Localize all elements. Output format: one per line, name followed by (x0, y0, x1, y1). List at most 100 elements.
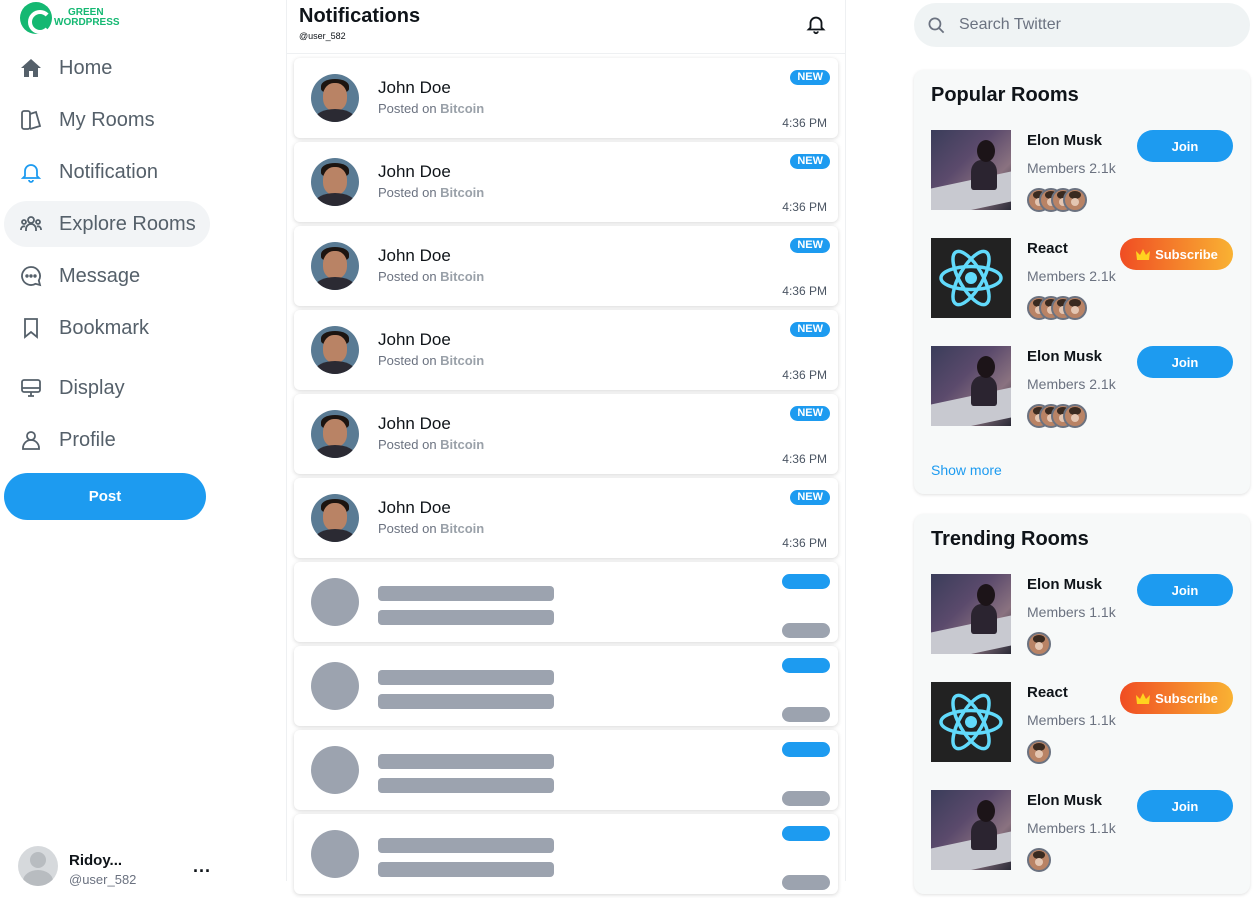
notification-card[interactable]: John Doe Posted on Bitcoin NEW 4:36 PM (294, 478, 838, 558)
notification-time: 4:36 PM (782, 116, 827, 130)
logo-icon (20, 2, 52, 34)
search-bar[interactable] (914, 3, 1250, 47)
notifications-column: Notifications @user_582 John Doe Posted o… (286, 0, 846, 894)
bookmark-icon (18, 315, 44, 341)
notification-card[interactable]: John Doe Posted on Bitcoin NEW 4:36 PM (294, 226, 838, 306)
notification-list: John Doe Posted on Bitcoin NEW 4:36 PM John … (294, 58, 838, 898)
room-members: Members 2.1k (1027, 268, 1116, 284)
new-badge: NEW (790, 322, 830, 337)
bell-icon[interactable] (805, 13, 827, 35)
avatar (311, 74, 359, 122)
room-members: Members 1.1k (1027, 604, 1116, 620)
nav-item-bookmark[interactable]: Bookmark (4, 305, 163, 351)
notification-card[interactable]: John Doe Posted on Bitcoin NEW 4:36 PM (294, 58, 838, 138)
skeleton-avatar (311, 662, 359, 710)
more-icon[interactable]: ... (193, 856, 211, 877)
nav-item-message[interactable]: Message (4, 253, 154, 299)
join-button[interactable]: Join (1137, 574, 1233, 606)
room-item[interactable]: React Members 1.1k Subscribe (931, 682, 1235, 764)
crown-icon (1136, 249, 1151, 260)
room-thumbnail (931, 346, 1011, 426)
room-thumbnail-react (931, 682, 1011, 762)
skeleton-avatar (311, 578, 359, 626)
notification-meta: Posted on Bitcoin (378, 437, 485, 452)
member-avatar (1027, 848, 1051, 872)
avatar (311, 410, 359, 458)
skeleton-line (378, 586, 554, 601)
new-badge: NEW (790, 406, 830, 421)
skeleton-line (378, 694, 554, 709)
nav-item-profile[interactable]: Profile (4, 417, 130, 463)
room-thumbnail (931, 130, 1011, 210)
member-avatar (1027, 740, 1051, 764)
join-button[interactable]: Join (1137, 346, 1233, 378)
notification-meta: Posted on Bitcoin (378, 269, 485, 284)
room-members: Members 2.1k (1027, 376, 1116, 392)
member-avatars (1027, 848, 1051, 872)
skeleton-line (378, 862, 554, 877)
nav-item-display[interactable]: Display (4, 365, 139, 411)
skeleton-time (782, 707, 830, 722)
skeleton-line (378, 838, 554, 853)
notification-time: 4:36 PM (782, 368, 827, 382)
subscribe-button[interactable]: Subscribe (1120, 682, 1233, 714)
user-icon (18, 427, 44, 453)
show-more-link[interactable]: Show more (931, 462, 1002, 478)
notification-card[interactable]: John Doe Posted on Bitcoin NEW 4:36 PM (294, 394, 838, 474)
member-avatar (1063, 404, 1087, 428)
popular-rooms-panel: Popular Rooms Elon Musk Members 2.1k Join R… (914, 70, 1250, 494)
skeleton-time (782, 791, 830, 806)
room-name: React (1027, 240, 1068, 257)
nav-label: Display (59, 376, 125, 399)
nav-label: Profile (59, 428, 116, 451)
avatar (311, 494, 359, 542)
main-header: Notifications @user_582 (287, 0, 845, 54)
nav-item-home[interactable]: Home (4, 45, 126, 91)
logo-text-line2: WORDPRESS (54, 17, 120, 28)
skeleton-avatar (311, 830, 359, 878)
loading-card (294, 646, 838, 726)
avatar (311, 242, 359, 290)
member-avatars (1027, 740, 1051, 764)
new-badge: NEW (790, 238, 830, 253)
post-button[interactable]: Post (4, 473, 206, 520)
loading-card (294, 814, 838, 894)
app-logo[interactable]: GREEN WORDPRESS (20, 2, 120, 34)
new-badge: NEW (790, 70, 830, 85)
account-switcher[interactable]: Ridoy... @user_582 ... (18, 846, 218, 887)
nav-item-my-rooms[interactable]: My Rooms (4, 97, 169, 143)
right-sidebar: Popular Rooms Elon Musk Members 2.1k Join R… (846, 0, 1260, 894)
nav-item-notification[interactable]: Notification (4, 149, 172, 195)
panel-title: Popular Rooms (931, 84, 1079, 106)
new-badge: NEW (790, 154, 830, 169)
member-avatars (1027, 404, 1087, 428)
subscribe-button[interactable]: Subscribe (1120, 238, 1233, 270)
nav-label: My Rooms (59, 108, 155, 131)
nav-label: Explore Rooms (59, 212, 196, 235)
notification-card[interactable]: John Doe Posted on Bitcoin NEW 4:36 PM (294, 142, 838, 222)
notification-author: John Doe (378, 498, 451, 517)
notification-card[interactable]: John Doe Posted on Bitcoin NEW 4:36 PM (294, 310, 838, 390)
new-badge: NEW (790, 490, 830, 505)
room-item[interactable]: Elon Musk Members 2.1k Join (931, 346, 1235, 428)
room-item[interactable]: React Members 2.1k Subscribe (931, 238, 1235, 320)
room-item[interactable]: Elon Musk Members 1.1k Join (931, 574, 1235, 656)
room-thumbnail (931, 574, 1011, 654)
room-item[interactable]: Elon Musk Members 1.1k Join (931, 790, 1235, 872)
room-members: Members 2.1k (1027, 160, 1116, 176)
skeleton-time (782, 875, 830, 890)
skeleton-avatar (311, 746, 359, 794)
join-button[interactable]: Join (1137, 130, 1233, 162)
message-icon (18, 263, 44, 289)
loading-card (294, 730, 838, 810)
avatar (311, 326, 359, 374)
search-input[interactable] (959, 16, 1209, 34)
nav-item-explore-rooms[interactable]: Explore Rooms (4, 201, 210, 247)
join-button[interactable]: Join (1137, 790, 1233, 822)
crown-icon (1136, 693, 1151, 704)
notification-time: 4:36 PM (782, 200, 827, 214)
room-item[interactable]: Elon Musk Members 2.1k Join (931, 130, 1235, 212)
notification-meta: Posted on Bitcoin (378, 521, 485, 536)
panel-title: Trending Rooms (931, 528, 1089, 550)
skeleton-badge (782, 742, 830, 757)
